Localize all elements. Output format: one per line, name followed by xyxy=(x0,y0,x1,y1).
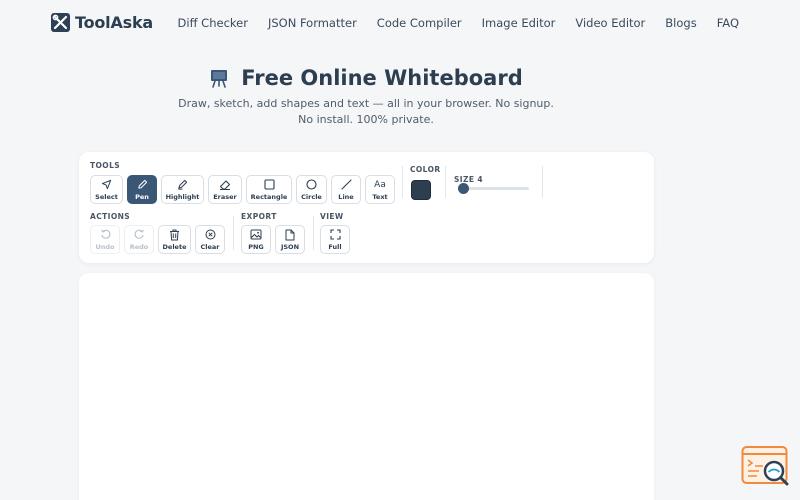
actions-label: ACTIONS xyxy=(90,212,131,221)
nav-image-editor[interactable]: Image Editor xyxy=(482,16,556,30)
page-title-text: Free Online Whiteboard xyxy=(241,66,523,90)
tool-pen-button[interactable]: Pen xyxy=(127,175,157,204)
size-label: SIZE 4 xyxy=(454,175,483,184)
code-search-widget[interactable] xyxy=(741,445,791,489)
nav-faq[interactable]: FAQ xyxy=(717,16,739,30)
brand-name: ToolAska xyxy=(75,13,154,32)
tools-icon xyxy=(51,13,70,32)
fullscreen-icon xyxy=(329,229,341,241)
toolbar-divider xyxy=(402,166,403,198)
redo-button[interactable]: Redo xyxy=(124,225,154,254)
file-icon xyxy=(285,229,295,241)
delete-button[interactable]: Delete xyxy=(158,225,191,254)
redo-icon xyxy=(134,229,145,241)
text-icon: Aa xyxy=(374,179,386,190)
cursor-icon xyxy=(101,179,112,191)
size-slider-thumb[interactable] xyxy=(458,183,469,194)
trash-icon xyxy=(169,229,180,241)
tool-rectangle-button[interactable]: Rectangle xyxy=(246,175,292,204)
toolbar-divider xyxy=(233,216,234,250)
nav-blogs[interactable]: Blogs xyxy=(665,16,696,30)
toolbar-divider xyxy=(542,166,543,198)
fullscreen-button[interactable]: Full xyxy=(320,225,350,254)
whiteboard-canvas[interactable] xyxy=(79,273,654,500)
page-subtitle-line1: Draw, sketch, add shapes and text — all … xyxy=(178,97,554,110)
eraser-icon xyxy=(219,179,231,191)
size-slider-track[interactable] xyxy=(459,187,529,190)
nav-json-formatter[interactable]: JSON Formatter xyxy=(268,16,357,30)
export-json-button[interactable]: JSON xyxy=(275,225,305,254)
clear-circle-icon xyxy=(205,229,216,241)
view-label: VIEW xyxy=(320,212,344,221)
tool-highlight-button[interactable]: Highlight xyxy=(161,175,204,204)
clear-button[interactable]: Clear xyxy=(195,225,225,254)
page-title: Free Online Whiteboard xyxy=(0,66,732,93)
easel-icon xyxy=(209,68,229,93)
page-subtitle-line2: No install. 100% private. xyxy=(298,113,434,126)
color-swatch-button[interactable] xyxy=(411,180,431,200)
site-header: ToolAska Diff Checker JSON Formatter Cod… xyxy=(0,0,800,48)
tool-eraser-button[interactable]: Eraser xyxy=(208,175,242,204)
brand-logo[interactable]: ToolAska xyxy=(51,13,153,32)
circle-icon xyxy=(306,179,317,191)
tool-text-button[interactable]: Aa Text xyxy=(365,175,395,204)
main-nav: Diff Checker JSON Formatter Code Compile… xyxy=(178,16,739,30)
highlighter-icon xyxy=(177,179,188,191)
nav-diff-checker[interactable]: Diff Checker xyxy=(178,16,248,30)
export-png-button[interactable]: PNG xyxy=(241,225,271,254)
nav-video-editor[interactable]: Video Editor xyxy=(575,16,645,30)
undo-button[interactable]: Undo xyxy=(90,225,120,254)
code-search-icon xyxy=(741,446,789,486)
tool-circle-button[interactable]: Circle xyxy=(296,175,327,204)
toolbar-divider xyxy=(313,216,314,250)
color-label: COLOR xyxy=(410,165,441,174)
undo-icon xyxy=(100,229,111,241)
export-label: EXPORT xyxy=(241,212,277,221)
square-icon xyxy=(263,179,275,191)
tool-select-button[interactable]: Select xyxy=(90,175,123,204)
pen-icon xyxy=(137,179,148,191)
line-icon xyxy=(340,179,352,191)
whiteboard-toolbar: TOOLS Select Pen Highlight Eraser Rectan… xyxy=(79,152,654,263)
tool-line-button[interactable]: Line xyxy=(331,175,361,204)
tools-label: TOOLS xyxy=(90,161,121,170)
toolbar-divider xyxy=(445,166,446,198)
image-icon xyxy=(250,229,262,241)
nav-code-compiler[interactable]: Code Compiler xyxy=(377,16,462,30)
